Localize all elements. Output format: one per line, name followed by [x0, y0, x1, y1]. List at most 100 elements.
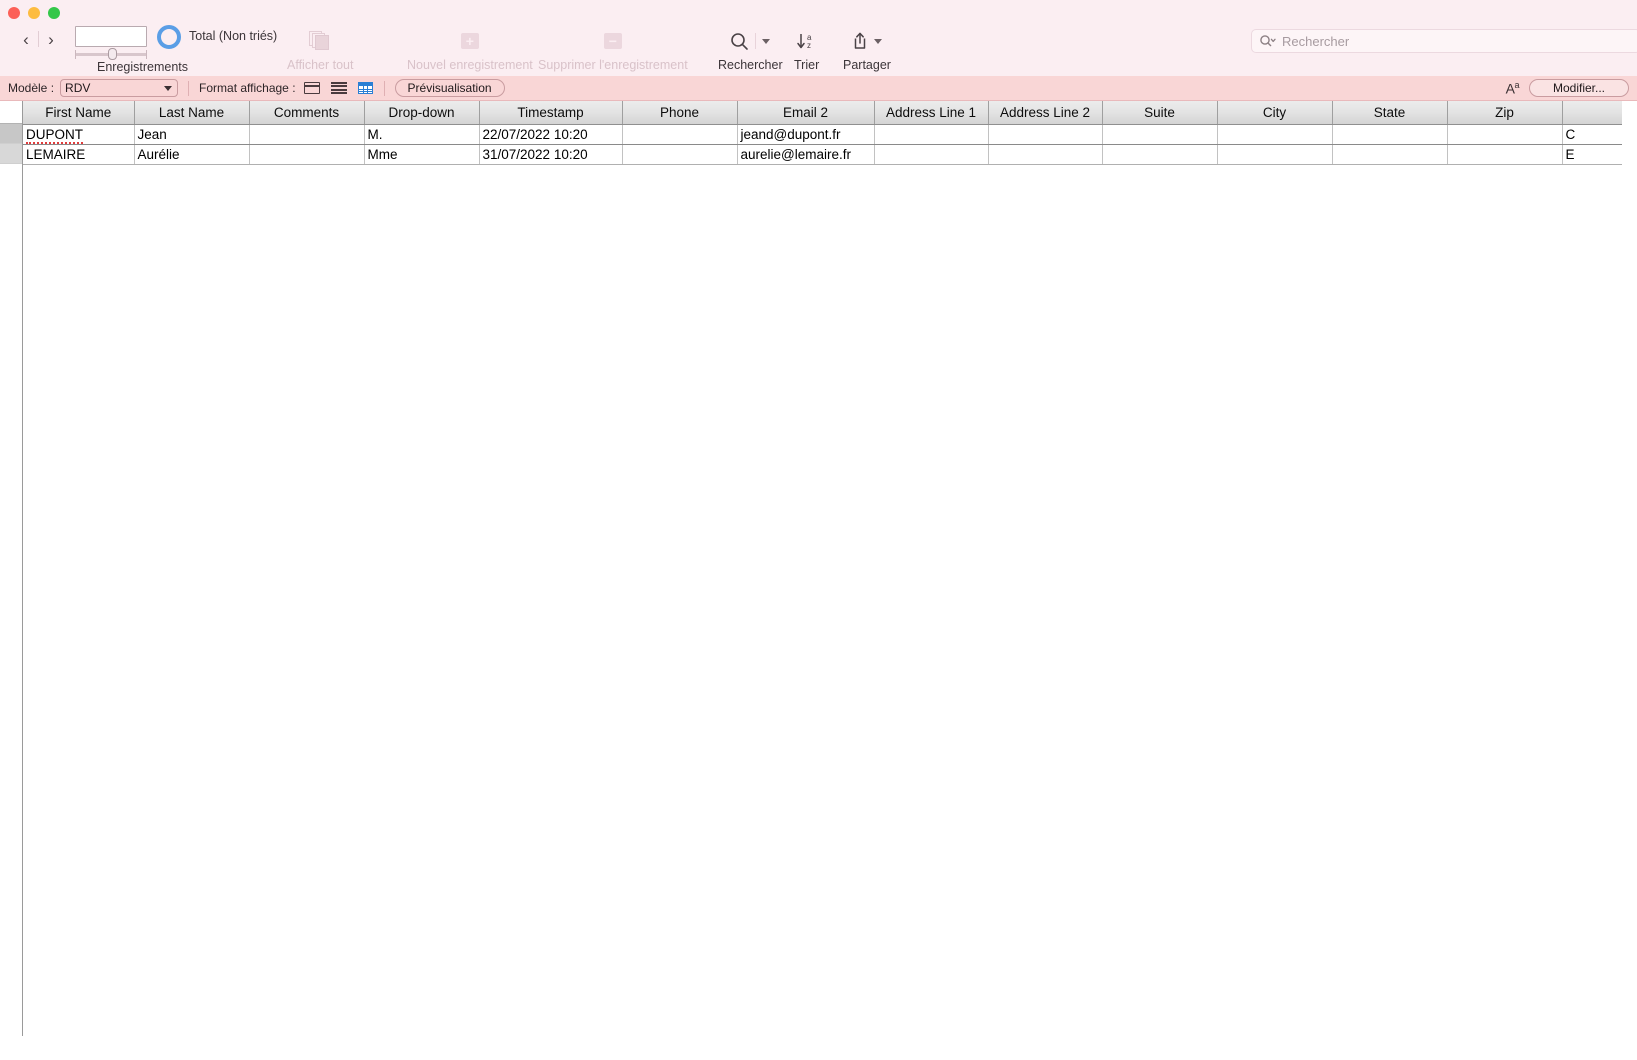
- modify-button[interactable]: Modifier...: [1529, 79, 1629, 97]
- column-header[interactable]: Drop-down: [364, 101, 480, 125]
- record-slider[interactable]: [75, 48, 147, 60]
- minus-square-icon: −: [603, 26, 622, 56]
- column-header[interactable]: State: [1332, 101, 1448, 125]
- new-record-label: Nouvel enregistrement: [407, 58, 533, 72]
- table-header-row: First Name Last Name Comments Drop-down Time…: [23, 101, 1622, 125]
- table-cell[interactable]: [1102, 124, 1218, 145]
- search-input[interactable]: Rechercher: [1251, 29, 1637, 53]
- chevron-down-icon[interactable]: [762, 38, 771, 44]
- table-view-icon[interactable]: [358, 82, 374, 95]
- column-header[interactable]: Comments: [249, 101, 365, 125]
- window-toolbar: ‹ › Total (Non triés) Enregistrements Af…: [0, 0, 1637, 76]
- record-slider-thumb[interactable]: [108, 48, 117, 60]
- table-cell[interactable]: DUPONT: [23, 124, 135, 145]
- column-header[interactable]: [1562, 101, 1622, 125]
- search-field-icon[interactable]: [1259, 34, 1276, 48]
- column-header[interactable]: Address Line 2: [988, 101, 1103, 125]
- layoutbar-divider: [188, 80, 190, 96]
- maximize-button[interactable]: [48, 7, 60, 19]
- table-cell[interactable]: [1102, 144, 1218, 165]
- table-cell[interactable]: [1332, 124, 1448, 145]
- table-cell[interactable]: 22/07/2022 10:20: [479, 124, 623, 145]
- table-cell[interactable]: M.: [364, 124, 480, 145]
- row-selector[interactable]: [0, 144, 22, 164]
- text-size-icon[interactable]: Aa: [1506, 79, 1520, 97]
- row-gutter: [0, 101, 23, 1036]
- list-view-icon[interactable]: [330, 82, 347, 95]
- table-cell[interactable]: 31/07/2022 10:20: [479, 144, 623, 165]
- record-navigator: ‹ › Total (Non triés): [14, 25, 278, 60]
- find-button[interactable]: Rechercher: [718, 26, 783, 72]
- form-view-icon[interactable]: [303, 82, 320, 95]
- table-cell[interactable]: [1447, 144, 1563, 165]
- layout-bar: Modèle : RDV Format affichage : Prévisua…: [0, 76, 1637, 101]
- column-header[interactable]: City: [1217, 101, 1333, 125]
- table-cell[interactable]: [622, 124, 738, 145]
- share-icon: [851, 31, 869, 51]
- table-row[interactable]: LEMAIRE Aurélie Mme 31/07/2022 10:20 aurelie…: [23, 144, 1622, 165]
- share-button[interactable]: Partager: [843, 26, 891, 72]
- search-icon: [730, 32, 749, 51]
- layoutbar-divider-2: [383, 80, 385, 96]
- table-cell[interactable]: [988, 124, 1103, 145]
- chevron-down-icon[interactable]: [874, 38, 883, 44]
- previous-record-button[interactable]: ‹: [14, 26, 38, 52]
- sort-label: Trier: [794, 58, 820, 72]
- table-cell[interactable]: [622, 144, 738, 165]
- table-cell[interactable]: Mme: [364, 144, 480, 165]
- column-header[interactable]: First Name: [23, 101, 135, 125]
- column-header[interactable]: Timestamp: [479, 101, 623, 125]
- table-cell[interactable]: [1217, 124, 1333, 145]
- table-cell[interactable]: Jean: [134, 124, 250, 145]
- table-cell[interactable]: jeand@dupont.fr: [737, 124, 875, 145]
- table-cell[interactable]: [249, 124, 365, 145]
- column-header[interactable]: Zip: [1447, 101, 1563, 125]
- close-button[interactable]: [8, 7, 20, 19]
- sort-button[interactable]: a z Trier: [794, 26, 819, 72]
- column-header[interactable]: Email 2: [737, 101, 875, 125]
- gutter-header: [0, 101, 22, 124]
- record-slider-group: [75, 26, 147, 60]
- stack-icon: [309, 26, 331, 56]
- column-header[interactable]: Last Name: [134, 101, 250, 125]
- text-size-icon-sup: a: [1514, 79, 1519, 90]
- table-cell[interactable]: [874, 124, 989, 145]
- table-row[interactable]: DUPONT Jean M. 22/07/2022 10:20 jeand@dupont…: [23, 124, 1622, 145]
- found-set-label: Total (Non triés): [189, 29, 278, 43]
- delete-record-button[interactable]: − Supprimer l'enregistrement: [538, 26, 688, 72]
- new-record-button[interactable]: + Nouvel enregistrement: [407, 26, 533, 72]
- minimize-button[interactable]: [28, 7, 40, 19]
- find-separator: [755, 33, 757, 49]
- delete-record-label: Supprimer l'enregistrement: [538, 58, 688, 72]
- table-head: First Name Last Name Comments Drop-down Time…: [23, 101, 1622, 125]
- preview-button[interactable]: Prévisualisation: [394, 79, 505, 97]
- found-set-pie-icon[interactable]: [157, 25, 181, 49]
- table-cell[interactable]: [1332, 144, 1448, 165]
- table-cell[interactable]: LEMAIRE: [23, 144, 135, 165]
- table-cell[interactable]: Aurélie: [134, 144, 250, 165]
- show-all-label: Afficher tout: [287, 58, 354, 72]
- layout-select[interactable]: RDV: [60, 79, 179, 97]
- table-view: First Name Last Name Comments Drop-down Time…: [0, 101, 1637, 1036]
- plus-glyph: +: [460, 33, 479, 49]
- table-cell[interactable]: C: [1562, 124, 1622, 145]
- table-body: DUPONT Jean M. 22/07/2022 10:20 jeand@dupont…: [23, 124, 1622, 165]
- current-record-field[interactable]: [75, 26, 147, 47]
- show-all-button[interactable]: Afficher tout: [287, 26, 353, 72]
- next-record-button[interactable]: ›: [39, 26, 63, 52]
- column-header[interactable]: Phone: [622, 101, 738, 125]
- share-icon-row: [851, 26, 883, 56]
- table-cell[interactable]: [1447, 124, 1563, 145]
- table-cell[interactable]: [249, 144, 365, 165]
- row-selector[interactable]: [0, 124, 22, 144]
- table-cell[interactable]: [988, 144, 1103, 165]
- table-cell[interactable]: aurelie@lemaire.fr: [737, 144, 875, 165]
- view-format-icons: [303, 82, 374, 95]
- table-cell[interactable]: [874, 144, 989, 165]
- search-placeholder: Rechercher: [1282, 33, 1350, 49]
- column-header[interactable]: Address Line 1: [874, 101, 989, 125]
- column-header[interactable]: Suite: [1102, 101, 1218, 125]
- table-cell[interactable]: E: [1562, 144, 1622, 165]
- table-cell[interactable]: [1217, 144, 1333, 165]
- model-label: Modèle :: [8, 81, 55, 95]
